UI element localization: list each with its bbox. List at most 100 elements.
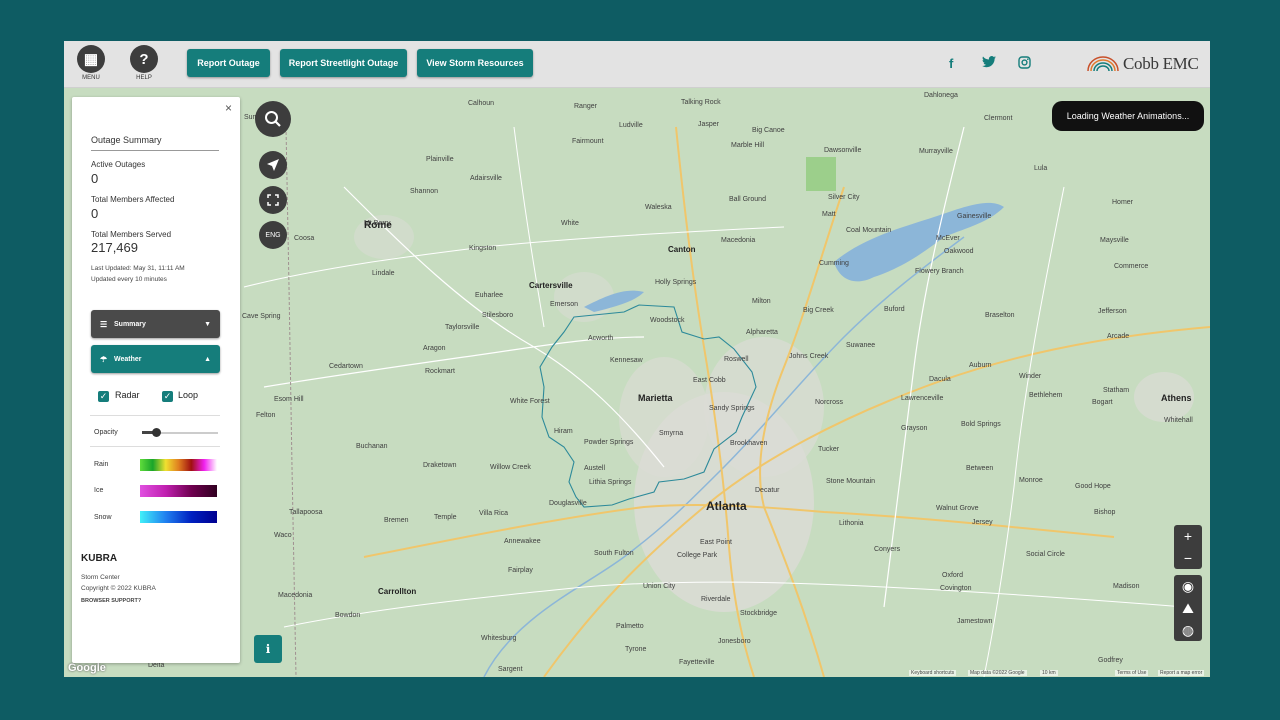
members-affected-label: Total Members Affected: [91, 195, 175, 204]
snow-label: Snow: [94, 514, 112, 521]
map-data-credit: Map data ©2022 Google: [968, 670, 1027, 676]
terms-link[interactable]: Terms of Use: [1115, 670, 1149, 676]
zoom-in-button[interactable]: +: [1174, 525, 1202, 547]
language-button[interactable]: ENG: [259, 221, 287, 249]
map-label: Dahlonega: [924, 92, 958, 99]
menu-button[interactable]: ▦: [77, 45, 105, 73]
zoom-control: + −: [1174, 525, 1202, 569]
map-label: Lindale: [372, 270, 395, 277]
map-label: Canton: [668, 245, 696, 254]
map-label: Marble Hill: [731, 142, 765, 149]
layer-button[interactable]: ◉: [1174, 575, 1202, 597]
kubra-logo: KUBRA: [81, 553, 118, 564]
map-label: Dawsonville: [824, 147, 862, 154]
map-label: East Point: [700, 539, 732, 546]
active-outages-label: Active Outages: [91, 160, 146, 169]
map-label: Waleska: [645, 204, 672, 211]
map-label: Between: [966, 465, 994, 472]
map-label: Atlanta: [706, 499, 747, 513]
map-label: Jefferson: [1098, 308, 1127, 315]
report-outage-button[interactable]: Report Outage: [187, 49, 270, 77]
loop-checkbox[interactable]: ✓: [162, 391, 173, 402]
search-button[interactable]: [255, 101, 291, 137]
report-streetlight-outage-button[interactable]: Report Streetlight Outage: [280, 49, 407, 77]
map-label: Arcade: [1107, 333, 1130, 340]
map-label: Esom Hill: [274, 396, 304, 403]
map-label: Marietta: [638, 393, 673, 403]
report-map-error-link[interactable]: Report a map error: [1158, 670, 1205, 676]
map-label: Calhoun: [468, 100, 495, 107]
map-label: Whitehall: [1164, 417, 1193, 424]
map-label: White Forest: [510, 398, 550, 405]
map-label: Roswell: [724, 356, 749, 363]
map-label: College Park: [677, 552, 718, 559]
map-label: Cave Spring: [242, 313, 281, 320]
copyright-text: Copyright © 2022 KUBRA: [81, 585, 156, 592]
radar-checkbox[interactable]: ✓: [98, 391, 109, 402]
map-label: Adairsville: [470, 175, 502, 182]
fullscreen-button[interactable]: [259, 186, 287, 214]
map-label: Oakwood: [944, 248, 974, 255]
divider: [90, 446, 220, 447]
map-label: Shannon: [410, 188, 439, 195]
map-label: Douglasville: [549, 500, 587, 507]
map-label: Auburn: [969, 362, 992, 369]
chevron-up-icon: ▲: [204, 355, 211, 363]
help-button[interactable]: ?: [130, 45, 158, 73]
keyboard-shortcuts-link[interactable]: Keyboard shortcuts: [909, 670, 957, 676]
map-label: Rockmart: [425, 368, 455, 375]
map-label: Winder: [1019, 373, 1042, 380]
map-label: Felton: [256, 412, 276, 419]
map-label: White: [561, 220, 579, 227]
twitter-icon[interactable]: [982, 56, 996, 71]
logo-text: Cobb EMC: [1123, 54, 1199, 73]
globe-icon: ◍: [1181, 622, 1195, 638]
map-label: Stone Mountain: [826, 478, 876, 485]
map-label: Aragon: [423, 345, 446, 352]
map-label: Tallapoosa: [289, 509, 323, 516]
map-label: Macedonia: [721, 237, 756, 244]
opacity-label: Opacity: [94, 429, 118, 436]
zoom-out-button[interactable]: −: [1174, 547, 1202, 569]
radar-label: Radar: [115, 390, 140, 400]
map-label: Union City: [643, 583, 676, 590]
facebook-icon[interactable]: f: [949, 56, 953, 71]
terrain-button[interactable]: ⛰: [1174, 597, 1202, 619]
map-label: Lawrenceville: [901, 395, 944, 402]
map-label: Draketown: [423, 462, 457, 469]
view-storm-resources-button[interactable]: View Storm Resources: [417, 49, 533, 77]
browser-support-link[interactable]: BROWSER SUPPORT?: [81, 598, 141, 604]
map-label: Annewakee: [504, 538, 541, 545]
chevron-down-icon: ▼: [204, 320, 211, 328]
close-icon[interactable]: ×: [225, 101, 232, 115]
panel-title: Outage Summary: [91, 135, 219, 151]
map-label: Cedartown: [329, 363, 363, 370]
update-frequency: Updated every 10 minutes: [91, 276, 167, 283]
map-label: Flowery Branch: [915, 268, 964, 275]
weather-label: Weather: [114, 355, 142, 363]
info-button[interactable]: ℹ: [254, 635, 282, 663]
map-label: Villa Rica: [479, 510, 509, 517]
cobb-emc-logo[interactable]: Cobb EMC: [1086, 53, 1208, 75]
map-label: Bishop: [1094, 509, 1116, 516]
globe-button[interactable]: ◍: [1174, 619, 1202, 641]
map-label: Palmetto: [616, 623, 644, 630]
map-label: Kennesaw: [610, 357, 643, 364]
map-label: Taylorsville: [445, 324, 480, 331]
opacity-slider-thumb[interactable]: [152, 428, 161, 437]
map-label: Hiram: [554, 428, 573, 435]
instagram-icon[interactable]: [1018, 56, 1031, 72]
map-label: Madison: [1113, 583, 1140, 590]
map-label: Stilesboro: [482, 312, 514, 319]
map-label: Bethlehem: [1029, 392, 1063, 399]
map-label: Suwanee: [846, 342, 876, 349]
map-label: Walnut Grove: [936, 505, 979, 512]
map-label: Bogart: [1092, 399, 1113, 406]
map-label: Oxford: [942, 572, 964, 579]
map-label: Sandy Springs: [709, 405, 755, 412]
locate-button[interactable]: [259, 151, 287, 179]
map-label: Buford: [884, 306, 905, 313]
weather-accordion[interactable]: ☂ Weather ▲: [91, 345, 220, 373]
summary-accordion[interactable]: ☰ Summary ▼: [91, 310, 220, 338]
map-label: Cumming: [819, 260, 849, 267]
